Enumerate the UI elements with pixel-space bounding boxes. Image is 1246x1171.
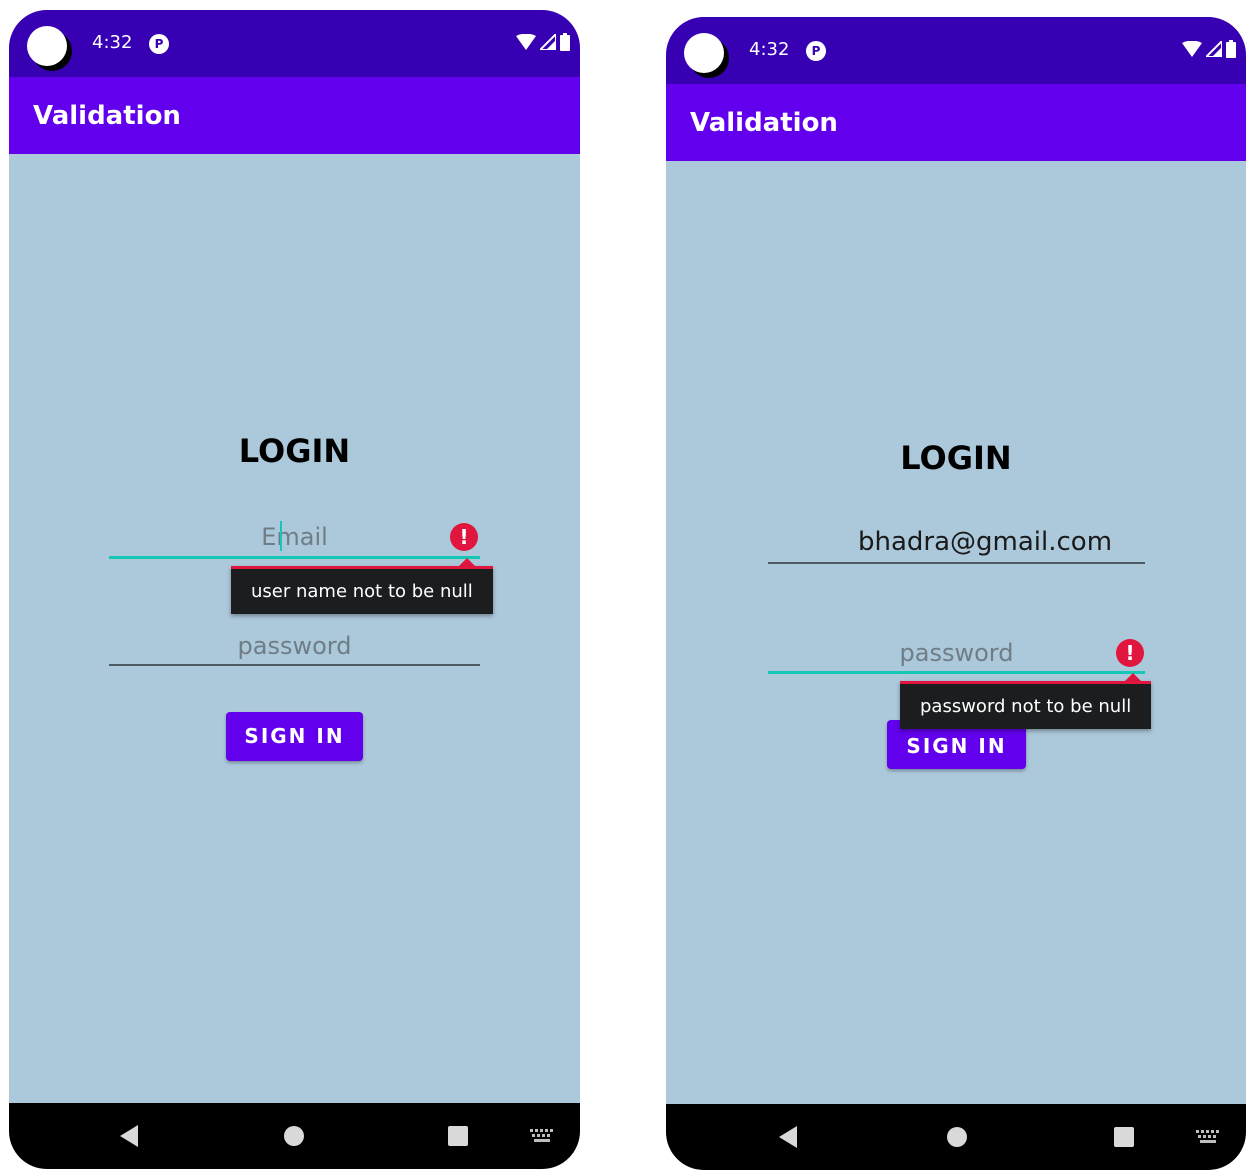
battery-icon: [1226, 40, 1236, 58]
battery-icon: [560, 33, 570, 51]
tooltip-arrow: [459, 558, 475, 566]
status-time: 4:32: [92, 32, 133, 53]
password-field[interactable]: password: [109, 632, 480, 666]
signal-icon: [540, 34, 556, 50]
password-error-tooltip: password not to be null: [900, 681, 1152, 729]
status-bar: 4:32 P: [9, 10, 580, 77]
back-icon: [779, 1126, 797, 1148]
app-bar: Validation: [9, 77, 580, 154]
back-icon: [120, 1125, 138, 1147]
keyboard-icon: [530, 1129, 553, 1142]
email-error-icon: !: [450, 523, 478, 551]
login-title: LOGIN: [900, 439, 1012, 477]
password-underline: [768, 671, 1145, 674]
sign-in-button[interactable]: SIGN IN: [226, 712, 363, 761]
status-icons: [516, 32, 570, 52]
password-placeholder: password: [899, 639, 1014, 667]
email-underline: [768, 562, 1145, 564]
wifi-icon: [1182, 41, 1202, 57]
recents-button[interactable]: [433, 1103, 483, 1169]
camera-cutout: [684, 33, 724, 73]
text-cursor: [280, 521, 282, 551]
home-button[interactable]: [269, 1103, 319, 1169]
pinned-notification-icon: P: [806, 41, 826, 61]
app-title: Validation: [33, 101, 181, 131]
camera-cutout: [27, 26, 67, 66]
signal-icon: [1206, 41, 1222, 57]
sign-in-label: SIGN IN: [906, 734, 1007, 758]
keyboard-button[interactable]: [517, 1103, 567, 1169]
email-value: bhadra@gmail.com: [858, 527, 1113, 557]
pinned-notification-icon: P: [149, 34, 169, 54]
navigation-bar: [9, 1103, 580, 1169]
back-button[interactable]: [104, 1103, 154, 1169]
home-button[interactable]: [932, 1104, 982, 1170]
keyboard-button[interactable]: [1183, 1104, 1233, 1170]
email-field[interactable]: Email: [109, 521, 480, 559]
email-placeholder: Email: [261, 523, 328, 551]
phone-screen-email-error: 4:32 P Validation LOGIN Email ! user nam…: [9, 10, 580, 1169]
password-placeholder: password: [237, 632, 352, 660]
status-icons: [1182, 39, 1236, 59]
wifi-icon: [516, 34, 536, 50]
app-title: Validation: [690, 108, 838, 138]
recents-button[interactable]: [1099, 1104, 1149, 1170]
keyboard-icon: [1196, 1130, 1219, 1143]
home-icon: [947, 1127, 967, 1147]
password-underline: [109, 664, 480, 666]
back-button[interactable]: [763, 1104, 813, 1170]
recents-icon: [448, 1126, 468, 1146]
recents-icon: [1114, 1127, 1134, 1147]
login-title: LOGIN: [238, 432, 351, 470]
phone-screen-password-error: 4:32 P Validation LOGIN bhadra@gmail.com…: [666, 17, 1246, 1170]
tooltip-arrow: [1125, 673, 1141, 681]
status-time: 4:32: [749, 39, 790, 60]
home-icon: [284, 1126, 304, 1146]
navigation-bar: [666, 1104, 1246, 1170]
password-error-icon: !: [1116, 639, 1144, 667]
email-field[interactable]: bhadra@gmail.com: [768, 527, 1145, 564]
status-bar: 4:32 P: [666, 17, 1246, 84]
email-error-tooltip: user name not to be null: [231, 566, 493, 614]
password-field[interactable]: password: [768, 639, 1145, 674]
app-bar: Validation: [666, 84, 1246, 161]
email-underline: [109, 556, 480, 559]
